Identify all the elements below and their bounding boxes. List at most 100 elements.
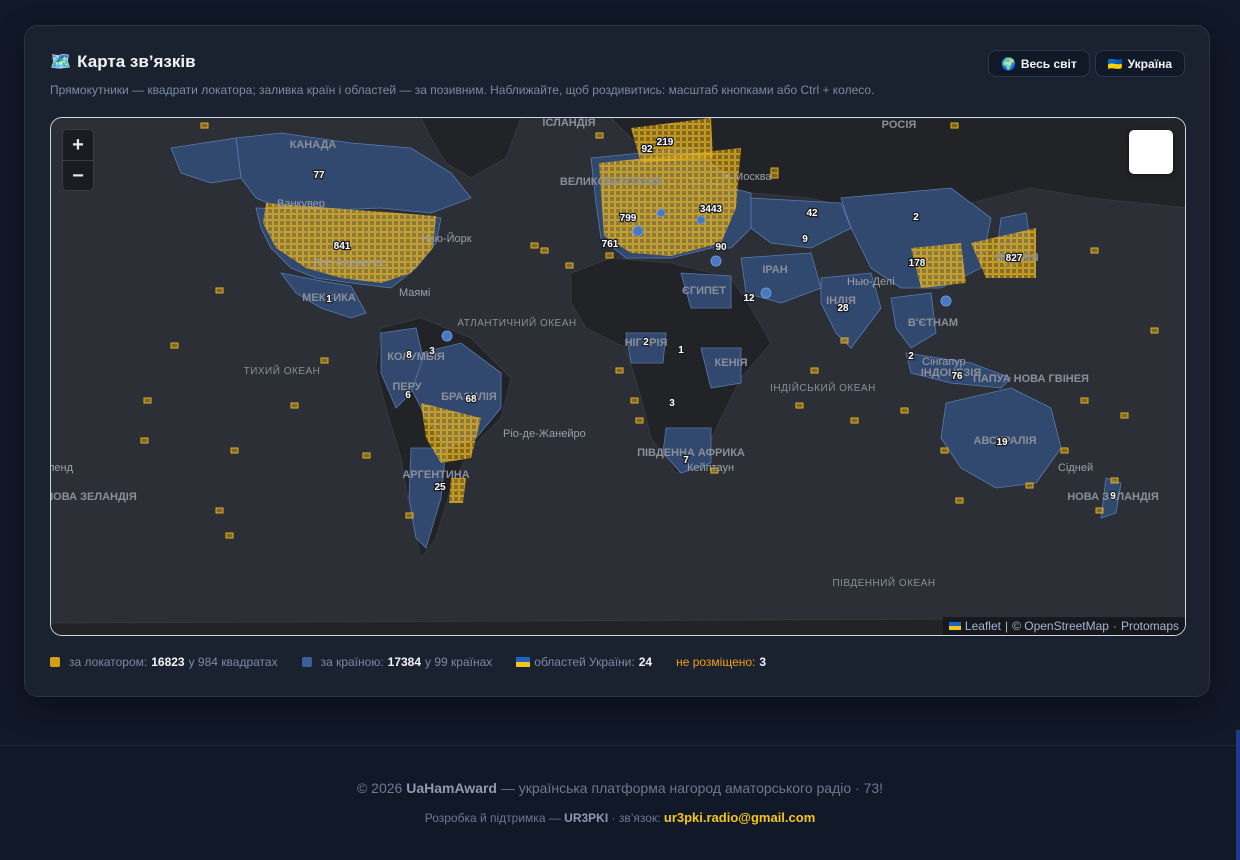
cluster-count[interactable]: 2	[907, 350, 916, 364]
legend-locator-count: 16823	[151, 655, 185, 669]
footer-copyright: © 2026 UaHamAward — українська платформа…	[0, 780, 1240, 796]
protomaps-link[interactable]: Protomaps	[1121, 619, 1179, 633]
city-label-moscow: Москва	[734, 171, 772, 183]
legend-locator: за локатором: 16823 у 984 квадратах	[50, 655, 278, 669]
city-label-miami: Маямі	[399, 287, 430, 299]
cluster-count[interactable]: 42	[805, 207, 819, 221]
view-switcher: 🌍 Весь світ 🇺🇦 Україна	[987, 50, 1185, 77]
world-map[interactable]: ІСЛАНДІЯ РОСІЯ КАНАДА ВЕЛИКОБРИТАНІЯ МЕК…	[50, 117, 1186, 636]
city-label-sydney: Сідней	[1058, 462, 1093, 474]
map-label-kenya: КЕНІЯ	[715, 357, 748, 369]
cluster-count[interactable]: 76	[950, 370, 964, 384]
cluster-count[interactable]: 77	[312, 169, 326, 183]
map-emoji-icon: 🗺️	[50, 52, 72, 71]
ocean-label-indian: ІНДІЙСЬКИЙ ОКЕАН	[770, 381, 876, 394]
footer-contact-prefix: · зв’язок:	[611, 811, 661, 825]
map-label-egypt: ЄГИПЕТ	[682, 285, 726, 297]
scrollbar-track[interactable]	[1236, 730, 1240, 860]
map-label-russia: РОСІЯ	[882, 119, 917, 131]
legend-country-suffix: у 99 країнах	[425, 655, 493, 669]
cluster-count[interactable]: 2	[912, 211, 921, 225]
cluster-count[interactable]: 8	[405, 349, 414, 363]
city-label-los-angeles: Лос-Анджелес	[313, 257, 387, 269]
map-label-nz-west: НОВА ЗЕЛАНДІЯ	[51, 491, 137, 503]
world-view-button[interactable]: 🌍 Весь світ	[987, 50, 1090, 77]
cluster-count[interactable]: 19	[995, 436, 1009, 450]
city-label-vancouver: Ванкувер	[277, 198, 325, 210]
cluster-count[interactable]: 3	[428, 345, 437, 359]
city-label-new-york: Нью-Йорк	[421, 232, 472, 245]
layers-icon	[1129, 130, 1186, 636]
locator-swatch	[50, 657, 60, 667]
zoom-out-button[interactable]: −	[63, 160, 93, 190]
legend-country-label: за країною:	[320, 655, 384, 669]
cluster-count[interactable]: 1	[677, 344, 686, 358]
footer-dev-prefix: Розробка й підтримка —	[424, 811, 561, 825]
legend-country: за країною: 17384 у 99 країнах	[301, 655, 493, 669]
cluster-count[interactable]: 178	[907, 257, 927, 271]
ocean-label-atlantic: АТЛАНТИЧНИЙ ОКЕАН	[457, 316, 576, 329]
ukraine-flag-icon	[516, 657, 531, 667]
legend-ukraine: областей України: 24	[516, 655, 652, 669]
footer-tagline: — українська платформа нагород аматорськ…	[500, 780, 884, 796]
cluster-count[interactable]: 68	[464, 393, 478, 407]
ukraine-view-label: Україна	[1127, 56, 1172, 71]
legend-unplaced-label: не розміщено:	[676, 655, 756, 669]
cluster-count[interactable]: 219	[655, 136, 675, 150]
map-label-iceland: ІСЛАНДІЯ	[542, 118, 595, 129]
map-label-canada: КАНАДА	[290, 139, 337, 151]
card-title-text: Карта зв’язків	[77, 52, 196, 71]
world-view-label: Весь світ	[1020, 56, 1077, 71]
attribution-separator: |	[1004, 619, 1009, 633]
city-label-singapore: Сінгапур	[922, 356, 966, 368]
globe-icon: 🌍	[1000, 56, 1016, 71]
layers-button[interactable]	[1129, 130, 1173, 174]
footer-email-link[interactable]: ur3pki.radio@gmail.com	[664, 810, 815, 825]
cluster-count[interactable]: 12	[742, 292, 756, 306]
ukraine-view-button[interactable]: 🇺🇦 Україна	[1094, 50, 1185, 77]
map-label-south-africa: ПІВДЕННА АФРИКА	[637, 447, 745, 459]
city-label-rio: Ріо-де-Жанейро	[503, 428, 586, 440]
map-label-colombia: КОЛУМБІЯ	[387, 351, 445, 363]
map-label-uk: ВЕЛИКОБРИТАНІЯ	[560, 176, 662, 188]
city-label-auckland: Окленд	[51, 462, 74, 474]
cluster-count[interactable]: 6	[404, 389, 413, 403]
leaflet-link[interactable]: Leaflet	[965, 619, 1001, 633]
cluster-count[interactable]: 1	[325, 293, 334, 307]
legend-ukraine-count: 24	[638, 655, 653, 669]
cluster-count[interactable]: 827	[1004, 252, 1024, 266]
cluster-count[interactable]: 3	[668, 397, 677, 411]
cluster-count[interactable]: 25	[433, 481, 447, 495]
cluster-count[interactable]: 7	[682, 454, 691, 468]
footer-dev-callsign[interactable]: UR3PKI	[564, 811, 608, 825]
cluster-count[interactable]: 9	[801, 233, 810, 247]
country-swatch	[301, 657, 312, 667]
ukraine-flag-icon: 🇺🇦	[1107, 56, 1123, 71]
legend-unplaced: не розміщено: 3	[676, 655, 766, 669]
legend-locator-label: за локатором:	[69, 655, 148, 669]
legend-locator-suffix: у 984 квадратах	[188, 655, 278, 669]
cluster-count[interactable]: 799	[618, 212, 638, 226]
city-label-new-delhi: Нью-Делі	[847, 276, 895, 288]
cluster-count[interactable]: 2	[642, 336, 651, 350]
map-attribution: Leaflet | © OpenStreetMap · Protomaps	[942, 617, 1185, 635]
cluster-count[interactable]: 3443	[699, 203, 724, 217]
legend-ukraine-label: областей України:	[534, 655, 635, 669]
attribution-dot: ·	[1112, 619, 1117, 633]
cluster-count[interactable]: 92	[640, 143, 654, 157]
zoom-in-button[interactable]: +	[63, 130, 93, 160]
footer-brand: UaHamAward	[406, 780, 497, 796]
cluster-count[interactable]: 90	[714, 241, 728, 255]
cluster-count[interactable]: 761	[600, 238, 620, 252]
map-canvas[interactable]: ІСЛАНДІЯ РОСІЯ КАНАДА ВЕЛИКОБРИТАНІЯ МЕК…	[51, 118, 1186, 636]
osm-link[interactable]: © OpenStreetMap	[1012, 619, 1109, 633]
cluster-count[interactable]: 9	[1109, 490, 1118, 504]
footer-credits: Розробка й підтримка — UR3PKI · зв’язок:…	[0, 810, 1240, 825]
map-legend: за локатором: 16823 у 984 квадратах за к…	[50, 655, 766, 669]
cluster-count[interactable]: 841	[332, 240, 352, 254]
legend-country-count: 17384	[387, 655, 422, 669]
map-label-vietnam: В'ЄТНАМ	[908, 317, 958, 329]
footer-divider	[0, 745, 1240, 746]
cluster-count[interactable]: 28	[836, 302, 850, 316]
ukraine-flag-icon	[948, 622, 961, 630]
